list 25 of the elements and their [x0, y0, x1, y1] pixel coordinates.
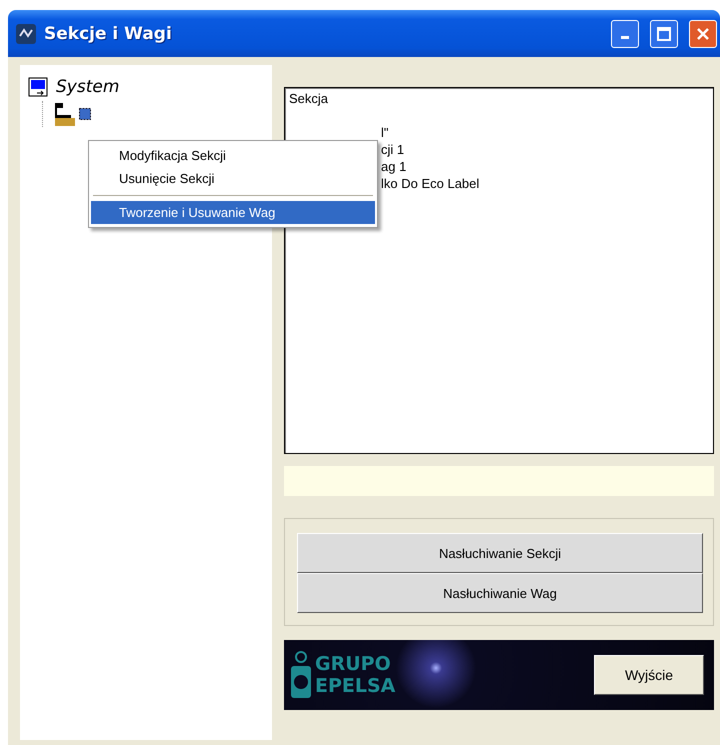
maximize-icon	[657, 26, 671, 40]
details-line: cji 1	[380, 141, 406, 158]
node-icon	[79, 108, 91, 120]
tree-item[interactable]: System	[56, 77, 120, 97]
details-line: lko Do Eco Label	[380, 175, 480, 192]
close-button[interactable]	[689, 20, 717, 48]
app-icon	[16, 24, 36, 44]
monitor-icon	[28, 77, 48, 97]
minimize-button[interactable]	[611, 20, 639, 48]
minimize-icon	[621, 36, 629, 39]
listen-button[interactable]: Nasłuchiwanie Sekcji	[297, 533, 703, 573]
details-line: ag 1	[380, 158, 408, 175]
maximize-button[interactable]	[650, 20, 678, 48]
menu-item[interactable]: Usunięcie Sekcji	[91, 167, 375, 190]
window-title: Sekcje i Wagi	[44, 24, 173, 44]
listen-button[interactable]: Nasłuchiwanie Wag	[297, 573, 703, 613]
details-line: l"	[380, 124, 390, 141]
logo-text: GRUPO EPELSA	[315, 653, 396, 697]
menu-item[interactable]: Modyfikacja Sekcji	[91, 144, 375, 167]
details-line: Sekcja	[289, 90, 330, 107]
exit-button[interactable]: Wyjście	[594, 655, 704, 695]
menu-item[interactable]: Tworzenie i Usuwanie Wag	[91, 201, 375, 224]
scale-icon	[53, 101, 75, 127]
logo-icon	[290, 650, 312, 700]
close-icon	[696, 26, 710, 40]
